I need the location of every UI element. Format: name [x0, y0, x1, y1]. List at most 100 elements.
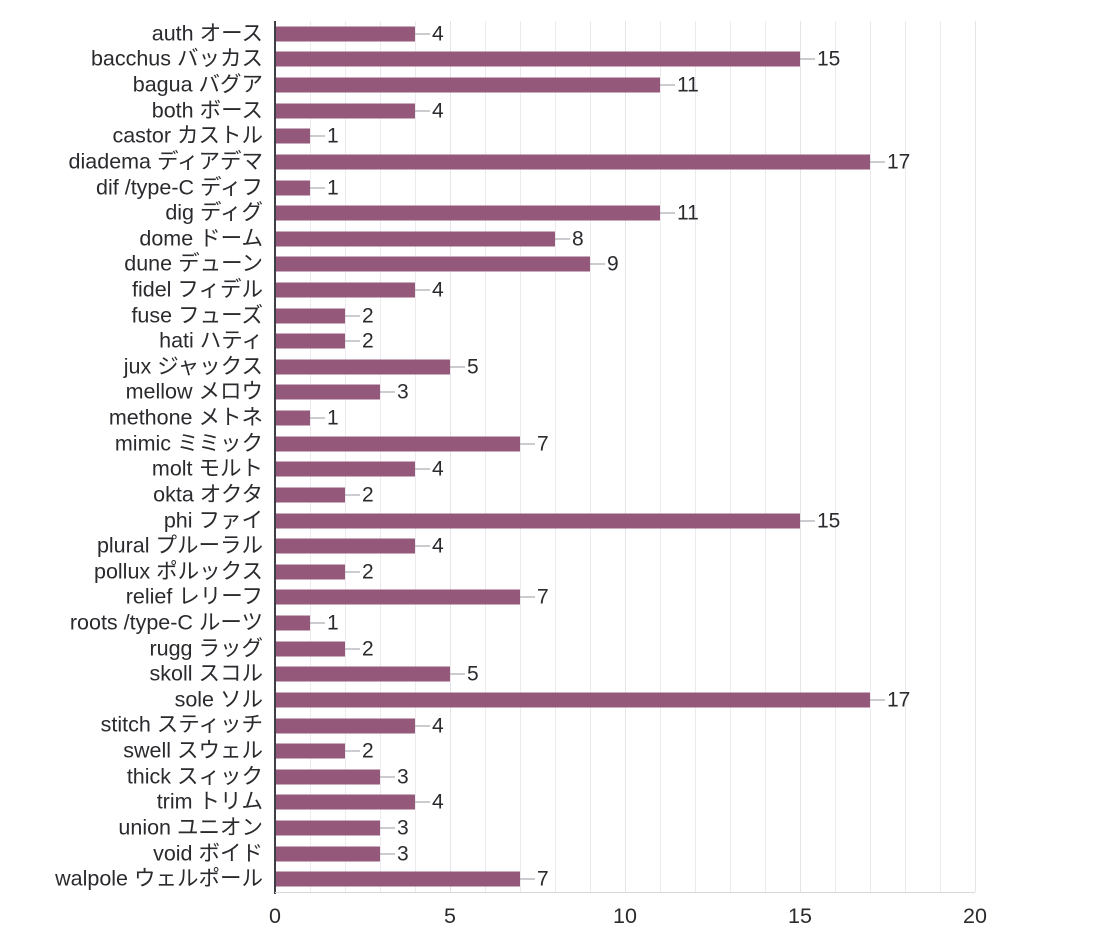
bar — [275, 26, 415, 42]
category-label: roots /type-C ルーツ — [69, 610, 263, 635]
value-leader-line — [345, 571, 360, 573]
bar-row: 4 — [275, 277, 975, 303]
bar — [275, 794, 415, 810]
x-tick-label: 5 — [444, 904, 456, 928]
bar — [275, 692, 870, 708]
bar — [275, 205, 660, 221]
category-label: swell スウェル — [123, 738, 263, 763]
value-leader-line — [870, 161, 885, 163]
value-leader-line — [345, 315, 360, 317]
category-label: mellow メロウ — [125, 379, 263, 404]
bar-row: 5 — [275, 354, 975, 380]
bar-row: 4 — [275, 713, 975, 739]
value-leader-line — [660, 84, 675, 86]
value-leader-line — [520, 596, 535, 598]
bar-row: 17 — [275, 149, 975, 175]
bar-value-label: 8 — [572, 227, 584, 251]
bar-row: 15 — [275, 508, 975, 534]
bar — [275, 513, 800, 529]
category-label: hati ハティ — [159, 328, 263, 353]
category-label: okta オクタ — [153, 482, 263, 507]
bar-value-label: 4 — [432, 278, 444, 302]
bar-chart: 4 15 11 4 1 17 1 11 8 9 4 2 2 5 3 1 7 4 2 15 4 2 7 1 2 5 17 4 2 3 4 3 3 7… — [0, 0, 1100, 942]
category-label: dune デューン — [124, 251, 263, 276]
value-leader-line — [520, 443, 535, 445]
category-label: fidel フィデル — [132, 277, 263, 302]
bar-value-label: 11 — [677, 73, 699, 97]
y-axis-line — [274, 21, 276, 894]
bar-row: 11 — [275, 200, 975, 226]
bar — [275, 589, 520, 605]
x-tick-label: 0 — [269, 904, 281, 928]
bar-value-label: 15 — [817, 47, 841, 71]
value-leader-line — [310, 417, 325, 419]
bar-value-label: 4 — [432, 714, 444, 738]
bar — [275, 103, 415, 119]
category-label: bagua バグア — [132, 72, 263, 97]
bar-value-label: 4 — [432, 99, 444, 123]
bar — [275, 410, 310, 426]
x-tick-label: 15 — [788, 904, 812, 928]
bar-row: 3 — [275, 815, 975, 841]
bar — [275, 333, 345, 349]
bar — [275, 180, 310, 196]
bar-value-label: 4 — [432, 22, 444, 46]
value-leader-line — [415, 545, 430, 547]
value-leader-line — [380, 391, 395, 393]
bar-value-label: 5 — [467, 662, 479, 686]
value-leader-line — [345, 750, 360, 752]
bar-row: 7 — [275, 866, 975, 892]
bar — [275, 308, 345, 324]
bar-row: 17 — [275, 687, 975, 713]
bar-value-label: 2 — [362, 560, 374, 584]
value-leader-line — [555, 238, 570, 240]
bar — [275, 564, 345, 580]
bar — [275, 128, 310, 144]
bar-value-label: 2 — [362, 739, 374, 763]
category-label: molt モルト — [151, 456, 263, 481]
category-label: union ユニオン — [118, 815, 263, 840]
category-label: thick スィック — [126, 763, 263, 788]
bar — [275, 846, 380, 862]
value-leader-line — [520, 878, 535, 880]
bar-value-label: 3 — [397, 380, 409, 404]
bar-value-label: 3 — [397, 816, 409, 840]
bar-row: 11 — [275, 72, 975, 98]
bar — [275, 282, 415, 298]
bar-row: 2 — [275, 303, 975, 329]
value-leader-line — [590, 263, 605, 265]
bar-row: 2 — [275, 738, 975, 764]
bar-value-label: 17 — [887, 688, 911, 712]
bar-value-label: 2 — [362, 329, 374, 353]
bar-value-label: 7 — [537, 432, 549, 456]
bar-row: 4 — [275, 98, 975, 124]
bar — [275, 461, 415, 477]
x-tick-label: 20 — [963, 904, 987, 928]
category-label: diadema ディアデマ — [68, 149, 263, 174]
bar-value-label: 1 — [327, 176, 339, 200]
bar-row: 2 — [275, 328, 975, 354]
bar-value-label: 1 — [327, 611, 339, 635]
value-leader-line — [415, 468, 430, 470]
bar — [275, 256, 590, 272]
category-label: pollux ポルックス — [93, 559, 263, 584]
bar — [275, 359, 450, 375]
bar-row: 15 — [275, 47, 975, 73]
bar-row: 1 — [275, 405, 975, 431]
bar — [275, 436, 520, 452]
bar-row: 2 — [275, 482, 975, 508]
bar — [275, 769, 380, 785]
x-axis-line — [275, 892, 975, 893]
bar-value-label: 2 — [362, 483, 374, 507]
bar-value-label: 4 — [432, 790, 444, 814]
value-leader-line — [310, 622, 325, 624]
bar-value-label: 4 — [432, 457, 444, 481]
bar-value-label: 2 — [362, 304, 374, 328]
bar-row: 4 — [275, 21, 975, 47]
bar — [275, 743, 345, 759]
value-leader-line — [415, 110, 430, 112]
bar — [275, 231, 555, 247]
gridline — [975, 21, 976, 892]
bar — [275, 77, 660, 93]
bar-value-label: 7 — [537, 585, 549, 609]
